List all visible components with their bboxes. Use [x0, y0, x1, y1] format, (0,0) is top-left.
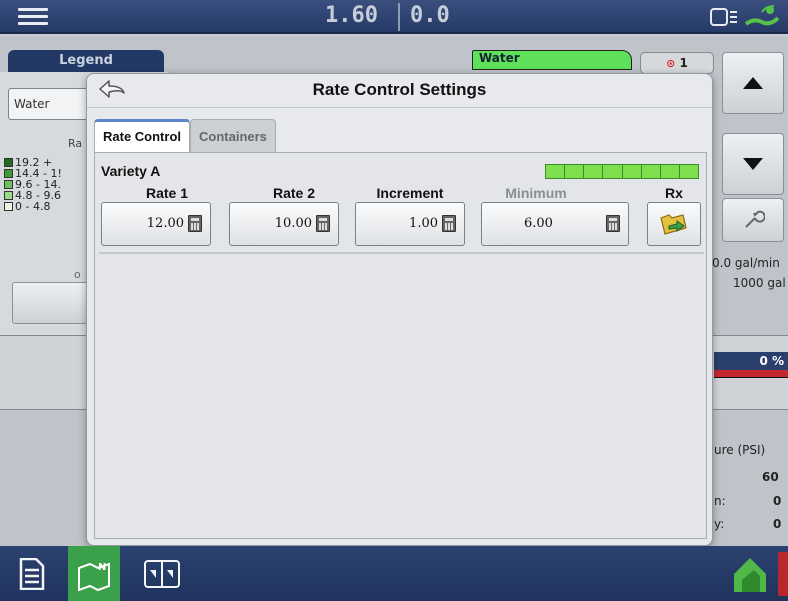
calculator-icon [442, 215, 456, 232]
rate2-value: 10.00 [274, 216, 312, 231]
calculator-icon [606, 215, 620, 232]
menu-button[interactable] [6, 4, 62, 30]
tank-volume-text: 1000 gal [733, 276, 786, 290]
minimum-label: Minimum [505, 185, 567, 201]
tab-bar: Rate Control Containers [94, 119, 276, 152]
alert-badge[interactable]: ⊙ 1 [640, 52, 714, 74]
wrench-icon [745, 210, 765, 228]
legend-label: 0 - 4.8 [15, 200, 51, 213]
edge-indicator [778, 552, 788, 596]
top-bar: 1.60 0.0 [0, 0, 788, 34]
red-status-bar [714, 370, 788, 378]
increment-value: 1.00 [409, 216, 438, 231]
split-view-icon [144, 560, 180, 588]
calculator-icon [188, 215, 202, 232]
svg-text:N: N [98, 562, 106, 573]
section-divider [99, 252, 704, 254]
rate-control-settings-dialog: Rate Control Settings Rate Control Conta… [86, 73, 713, 546]
status-icons [710, 4, 780, 30]
section-segment [603, 165, 623, 178]
section-segment [546, 165, 566, 178]
gps-signal-icon [744, 5, 780, 26]
top-value-1: 1.60 [325, 3, 378, 28]
home-button[interactable] [724, 552, 776, 596]
dialog-header: Rate Control Settings [87, 74, 712, 108]
summary-button[interactable] [6, 552, 58, 596]
rate-control-panel: Variety A Rate 1 Rate 2 Increment Minimu… [94, 152, 707, 539]
water-product-tab[interactable]: Water [472, 50, 632, 70]
minimum-field[interactable]: 6.00 [481, 202, 629, 246]
top-value-2: 0.0 [410, 3, 450, 28]
split-screen-button[interactable] [136, 552, 188, 596]
minimum-value: 6.00 [524, 216, 553, 231]
legend-tab[interactable]: Legend [8, 50, 164, 72]
section-segment [622, 165, 642, 178]
tab-rate-control[interactable]: Rate Control [94, 119, 190, 152]
legend-swatch [4, 202, 13, 211]
section-segment [679, 165, 698, 178]
increment-field[interactable]: 1.00 [355, 202, 465, 246]
rate1-value: 12.00 [146, 216, 184, 231]
pressure-label: ure (PSI) [714, 443, 766, 457]
scroll-up-button[interactable] [722, 52, 784, 114]
scroll-down-button[interactable] [722, 133, 784, 195]
rx-prescription-button[interactable] [647, 202, 701, 246]
wrench-button[interactable] [722, 198, 784, 242]
section-status-bar [545, 164, 699, 179]
row-n-value: 0 [773, 494, 782, 508]
product-selector[interactable]: Water [8, 88, 98, 120]
rate-label: Ra [68, 137, 83, 150]
rate2-field[interactable]: 10.00 [229, 202, 339, 246]
field-home-icon [734, 558, 766, 592]
arrow-down-icon [743, 158, 763, 170]
field-map-icon: N [78, 562, 110, 591]
rate2-label: Rate 2 [272, 185, 316, 201]
calculator-icon [316, 215, 330, 232]
flow-rate-text: 0.0 gal/min [712, 256, 780, 270]
alert-icon: ⊙ [666, 57, 676, 70]
row-y-label: y: [714, 517, 725, 531]
bg-wrench-button[interactable] [12, 282, 92, 324]
pressure-value: 60 [762, 470, 779, 484]
section-segment [584, 165, 604, 178]
section-segment [641, 165, 661, 178]
rate1-field[interactable]: 12.00 [101, 202, 211, 246]
top-divider [398, 3, 400, 31]
tab-containers[interactable]: Containers [190, 119, 276, 152]
alert-count: 1 [679, 56, 688, 70]
legend-list: 19.2 +14.4 - 1! 9.6 - 14. 4.8 - 9.6 0 - 4.8 [4, 157, 62, 212]
row-n-label: n: [714, 494, 726, 508]
o-mark: o [74, 268, 81, 281]
row-y-value: 0 [773, 517, 782, 531]
rate1-label: Rate 1 [145, 185, 189, 201]
legend-swatch [4, 191, 13, 200]
percent-bar: 0 % [714, 352, 788, 370]
legend-swatch [4, 158, 13, 167]
section-segment [660, 165, 680, 178]
rx-label: Rx [665, 185, 683, 201]
dialog-title: Rate Control Settings [312, 80, 487, 99]
legend-item: 0 - 4.8 [4, 201, 62, 212]
document-icon [19, 558, 45, 590]
bottom-toolbar: N [0, 546, 788, 601]
legend-swatch [4, 180, 13, 189]
map-button[interactable]: N [68, 546, 120, 601]
rx-folder-icon [660, 214, 687, 235]
arrow-up-icon [743, 77, 763, 89]
display-icon [710, 8, 737, 26]
increment-label: Increment [376, 185, 444, 201]
legend-swatch [4, 169, 13, 178]
section-segment [565, 165, 585, 178]
variety-label: Variety A [101, 163, 161, 179]
